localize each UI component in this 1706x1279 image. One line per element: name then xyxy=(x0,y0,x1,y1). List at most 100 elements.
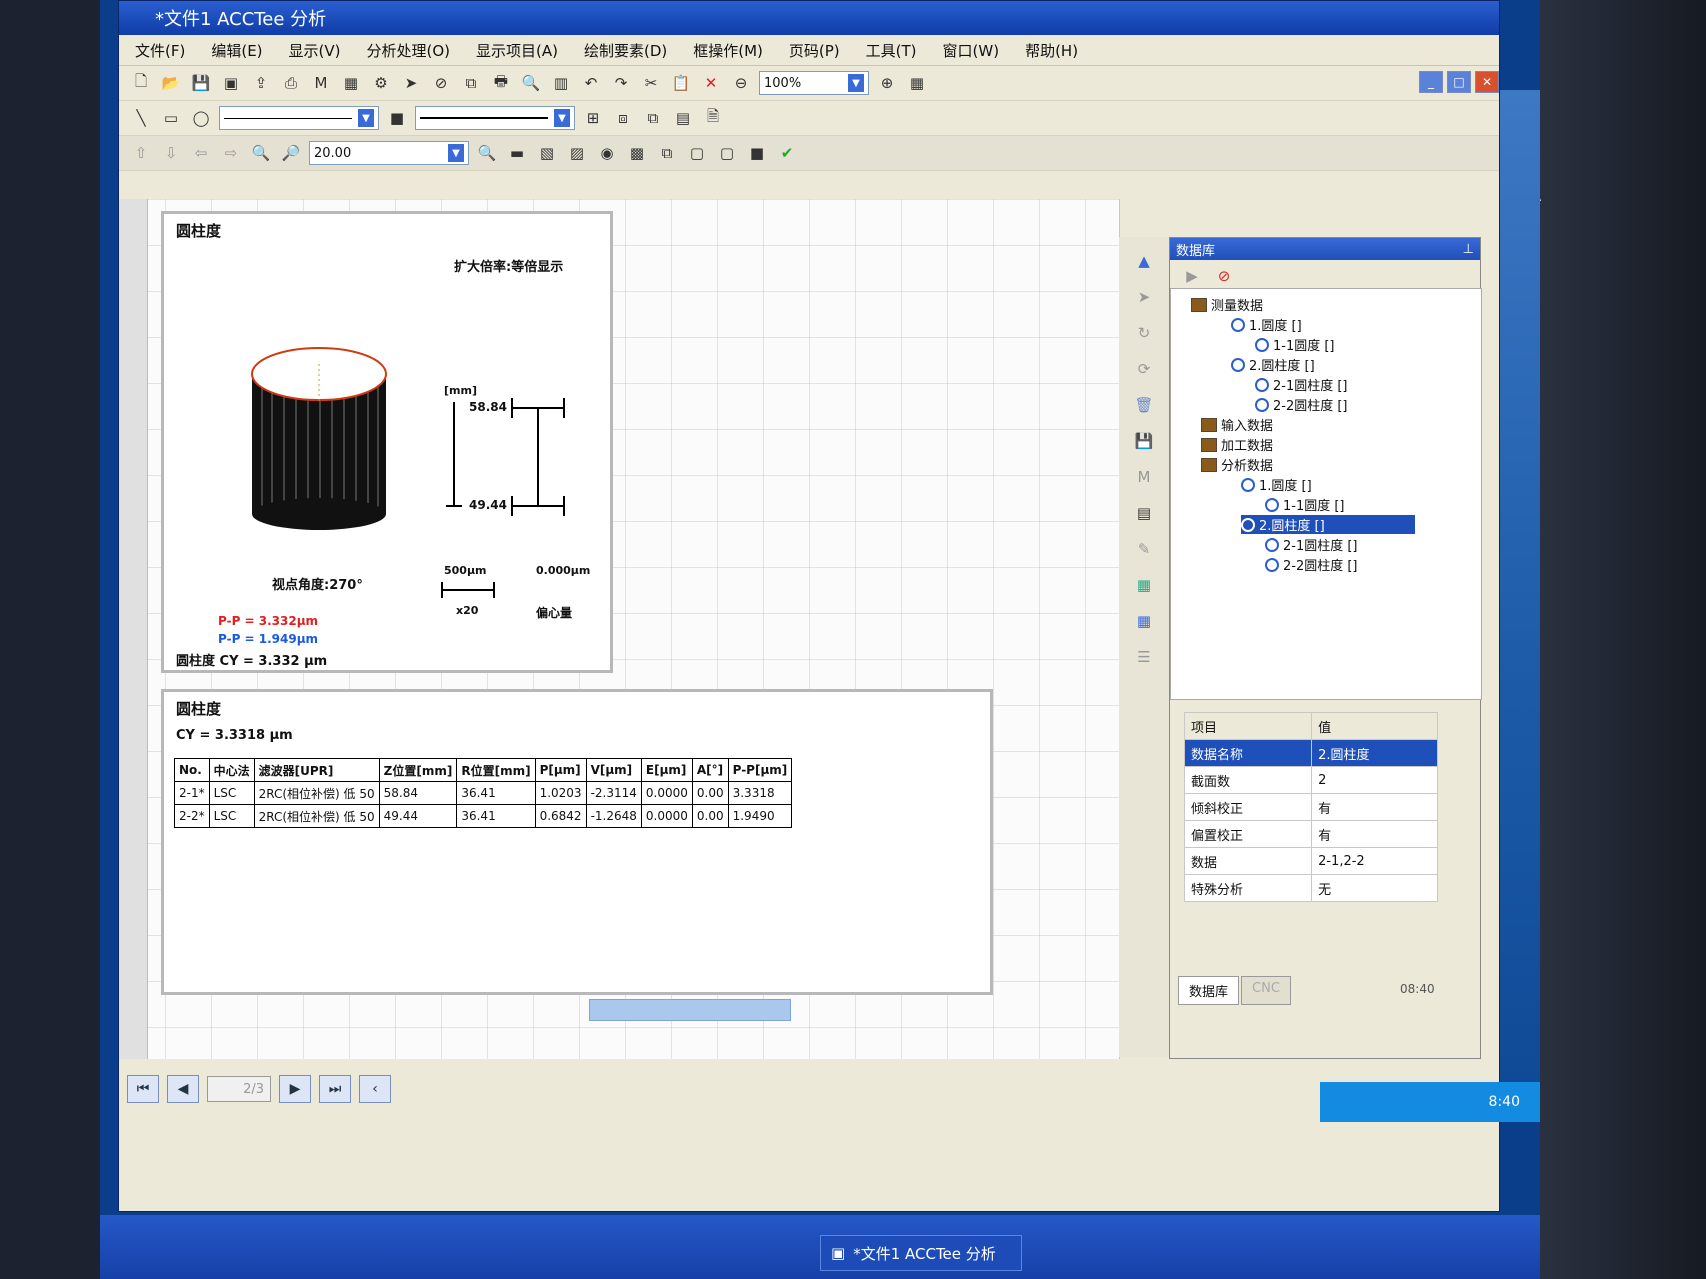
previous-page-button[interactable]: ◀ xyxy=(167,1075,199,1103)
save-icon[interactable]: 💾 xyxy=(189,71,213,95)
property-row[interactable]: 特殊分析 无 xyxy=(1183,874,1438,902)
line-width-select[interactable]: ▼ xyxy=(415,106,575,130)
line-style-select[interactable]: ▼ xyxy=(219,106,379,130)
export-icon[interactable]: ⇪ xyxy=(249,71,273,95)
save-as-icon[interactable]: ▣ xyxy=(219,71,243,95)
zoom-select[interactable]: 100% ▼ xyxy=(759,71,869,95)
tree-item-analysis-cylindricity-2-2[interactable]: 2-2圆柱度 [] xyxy=(1265,555,1358,574)
tree-item-analysis-cylindricity[interactable]: 2.圆柱度 [] xyxy=(1241,515,1415,534)
rectangle-tool-icon[interactable]: ▭ xyxy=(159,106,183,130)
trash-icon[interactable]: 🗑 xyxy=(1132,393,1156,417)
map-icon[interactable]: ▨ xyxy=(565,141,589,165)
menu-analysis[interactable]: 分析处理(O) xyxy=(367,40,451,61)
tree-item-machining-data[interactable]: 加工数据 xyxy=(1201,435,1273,454)
tree-item-roundness-1-1[interactable]: 1-1圆度 [] xyxy=(1255,335,1335,354)
zoom-out-icon[interactable]: 🔎 xyxy=(279,141,303,165)
menu-display-items[interactable]: 显示项目(A) xyxy=(476,40,558,61)
scroll-left-button[interactable]: ‹ xyxy=(359,1075,391,1103)
blank-page-icon[interactable]: ▢ xyxy=(715,141,739,165)
print-preview-icon[interactable]: ⎙ xyxy=(279,71,303,95)
arrow-right-icon[interactable]: ⇨ xyxy=(219,141,243,165)
printer-icon[interactable]: 🖶 xyxy=(489,71,513,95)
menu-view[interactable]: 显示(V) xyxy=(289,40,341,61)
layers-icon[interactable]: ▤ xyxy=(1132,501,1156,525)
chart-icon[interactable]: ▦ xyxy=(1132,573,1156,597)
rotate-icon[interactable]: ↻ xyxy=(1132,321,1156,345)
blank-page-icon[interactable]: ▢ xyxy=(685,141,709,165)
tree-item-cylindricity-2-1[interactable]: 2-1圆柱度 [] xyxy=(1255,375,1348,394)
property-row[interactable]: 偏置校正 有 xyxy=(1183,820,1438,848)
cut-icon[interactable]: ✂ xyxy=(639,71,663,95)
measure-icon[interactable]: M xyxy=(309,71,333,95)
photo-icon[interactable]: ▩ xyxy=(625,141,649,165)
taskbar-app-button[interactable]: ▣ *文件1 ACCTee 分析 xyxy=(820,1235,1022,1271)
zoom-in-icon[interactable]: 🔍 xyxy=(249,141,273,165)
image-icon[interactable]: ▧ xyxy=(535,141,559,165)
tree-item-analysis-roundness[interactable]: 1.圆度 [] xyxy=(1241,475,1312,494)
menu-file[interactable]: 文件(F) xyxy=(135,40,185,61)
measure-icon[interactable]: M xyxy=(1132,465,1156,489)
list-icon[interactable]: ☰ xyxy=(1132,645,1156,669)
delete-icon[interactable]: ✕ xyxy=(699,71,723,95)
open-folder-icon[interactable]: 📂 xyxy=(159,71,183,95)
view-value-select[interactable]: 20.00 ▼ xyxy=(309,141,469,165)
layout-icon[interactable]: ▥ xyxy=(549,71,573,95)
undo-icon[interactable]: ↶ xyxy=(579,71,603,95)
menu-tools[interactable]: 工具(T) xyxy=(866,40,917,61)
zoom-out-icon[interactable]: ⊖ xyxy=(729,71,753,95)
minimize-button[interactable]: _ xyxy=(1419,71,1443,93)
order-icon[interactable]: ⧉ xyxy=(641,106,665,130)
table-panel[interactable]: 圆柱度 CY = 3.3318 μm No. 中心法 滤波器[UPR] Z位置[… xyxy=(161,689,993,995)
property-row[interactable]: 截面数 2 xyxy=(1183,766,1438,794)
tree-item-cylindricity[interactable]: 2.圆柱度 [] xyxy=(1231,355,1315,374)
globe-icon[interactable]: ◉ xyxy=(595,141,619,165)
arrow-right-icon[interactable]: ➤ xyxy=(399,71,423,95)
property-row[interactable]: 数据名称 2.圆柱度 xyxy=(1183,739,1438,767)
menu-help[interactable]: 帮助(H) xyxy=(1025,40,1078,61)
property-row[interactable]: 数据 2-1,2-2 xyxy=(1183,847,1438,875)
scroll-up-icon[interactable]: ▲ xyxy=(1132,249,1156,273)
menu-draw-elements[interactable]: 绘制要素(D) xyxy=(584,40,667,61)
paste-icon[interactable]: 📋 xyxy=(669,71,693,95)
zoom-page-icon[interactable]: 🔍 xyxy=(519,71,543,95)
tree-item-roundness[interactable]: 1.圆度 [] xyxy=(1231,315,1302,334)
play-icon[interactable]: ▶ xyxy=(1180,264,1204,288)
graph-panel[interactable]: 圆柱度 扩大倍率:等倍显示 [mm] 58.84 49.44 视点角度:270°… xyxy=(161,211,613,673)
document-icon[interactable]: 🗎 xyxy=(701,106,725,130)
last-page-button[interactable]: ⏭ xyxy=(319,1075,351,1103)
film-icon[interactable]: ▬ xyxy=(505,141,529,165)
page-number-field[interactable]: 2/3 xyxy=(207,1076,271,1102)
table-icon[interactable]: ▦ xyxy=(1132,609,1156,633)
grid-icon[interactable]: ▦ xyxy=(905,71,929,95)
tree-item-analysis-cylindricity-2-1[interactable]: 2-1圆柱度 [] xyxy=(1265,535,1358,554)
close-button[interactable]: ✕ xyxy=(1475,71,1499,93)
align-icon[interactable]: ⊞ xyxy=(581,106,605,130)
search-icon[interactable]: 🔍 xyxy=(475,141,499,165)
refresh-icon[interactable]: ⟳ xyxy=(1132,357,1156,381)
tree-item-analysis-roundness-1-1[interactable]: 1-1圆度 [] xyxy=(1265,495,1345,514)
settings-icon[interactable]: ⚙ xyxy=(369,71,393,95)
horizontal-scrollbar-thumb[interactable] xyxy=(589,999,791,1021)
arrow-down-icon[interactable]: ⇩ xyxy=(159,141,183,165)
chart-icon[interactable]: ▤ xyxy=(671,106,695,130)
arrow-left-icon[interactable]: ⇦ xyxy=(189,141,213,165)
tree-item-cylindricity-2-2[interactable]: 2-2圆柱度 [] xyxy=(1255,395,1348,414)
copy-icon[interactable]: ⧉ xyxy=(655,141,679,165)
menu-page[interactable]: 页码(P) xyxy=(789,40,840,61)
group-icon[interactable]: ⧈ xyxy=(611,106,635,130)
new-file-icon[interactable]: 🗋 xyxy=(129,71,153,95)
table-icon[interactable]: ▦ xyxy=(339,71,363,95)
zoom-in-icon[interactable]: ⊕ xyxy=(875,71,899,95)
pen-icon[interactable]: ✎ xyxy=(1132,537,1156,561)
no-graph-icon[interactable]: ⊘ xyxy=(1212,264,1236,288)
property-row[interactable]: 倾斜校正 有 xyxy=(1183,793,1438,821)
save-icon[interactable]: 💾 xyxy=(1132,429,1156,453)
pin-icon[interactable]: ⊥ xyxy=(1463,242,1474,257)
tree-item-measured-data[interactable]: 测量数据 xyxy=(1191,295,1263,314)
pointer-icon[interactable]: ➤ xyxy=(1132,285,1156,309)
first-page-button[interactable]: ⏮ xyxy=(127,1075,159,1103)
maximize-button[interactable]: □ xyxy=(1447,71,1471,93)
table-row[interactable]: 2-2* LSC 2RC(相位补偿) 低 50 49.44 36.41 0.68… xyxy=(174,804,793,828)
menu-frame[interactable]: 框操作(M) xyxy=(693,40,763,61)
copy-page-icon[interactable]: ⧉ xyxy=(459,71,483,95)
